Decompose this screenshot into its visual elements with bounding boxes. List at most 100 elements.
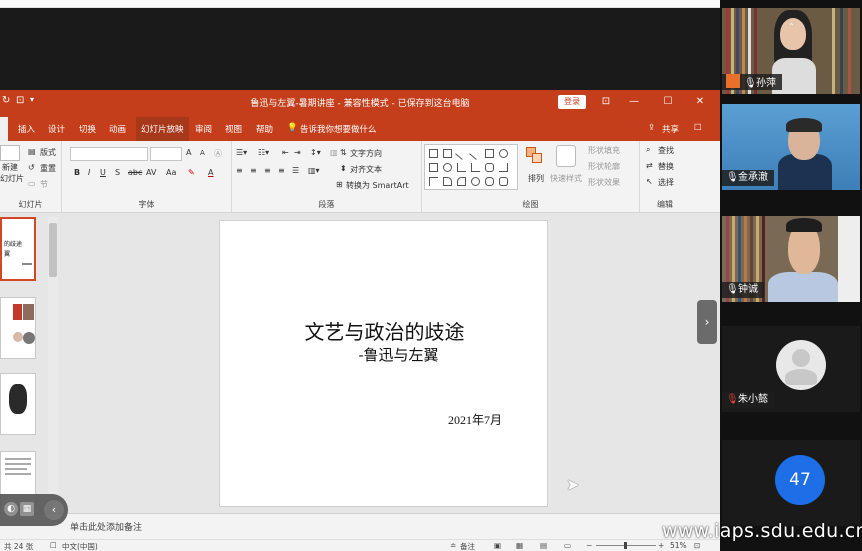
quick-styles-button[interactable]: 快速样式	[550, 173, 582, 184]
close-button[interactable]: ✕	[692, 94, 708, 110]
sorter-view-icon[interactable]: ▦	[516, 541, 523, 550]
new-slide-icon[interactable]	[0, 145, 20, 161]
new-slide-button[interactable]: 新建	[2, 162, 18, 173]
participant-tile-5[interactable]: 47	[722, 440, 860, 526]
font-color-button[interactable]: A	[208, 168, 213, 177]
reset-icon[interactable]: ↺	[28, 163, 35, 172]
slideshow-view-icon[interactable]: ▭	[564, 541, 571, 550]
reset-button[interactable]: 重置	[40, 163, 56, 174]
bold-button[interactable]: B	[74, 168, 80, 177]
notes-toggle[interactable]: 备注	[460, 541, 475, 551]
align-text-button[interactable]: 对齐文本	[350, 164, 382, 175]
share-button[interactable]: 共享	[662, 123, 679, 135]
section-button[interactable]: 节	[40, 179, 48, 190]
zoom-out-button[interactable]: −	[586, 541, 592, 550]
numbering-icon[interactable]: ☷▾	[258, 148, 269, 157]
layout-button[interactable]: 版式	[40, 147, 56, 158]
font-shrink-icon[interactable]: A	[200, 149, 205, 157]
ribbon-display-options-icon[interactable]: ⊡	[598, 94, 614, 110]
maximize-button[interactable]: ☐	[660, 94, 676, 110]
text-direction-button[interactable]: 文字方向	[350, 148, 382, 159]
shape-effects-button[interactable]: 形状效果	[588, 177, 620, 188]
fit-slide-icon[interactable]: ⊡	[694, 541, 700, 550]
tab-animations[interactable]: 动画	[109, 123, 126, 135]
tab-file[interactable]	[0, 117, 8, 141]
decrease-indent-icon[interactable]: ⇤	[282, 148, 289, 157]
justify-icon[interactable]: ≡	[278, 166, 285, 175]
shadow-button[interactable]: S	[115, 168, 120, 177]
quick-styles-icon[interactable]	[556, 145, 576, 167]
convert-smartart-button[interactable]: 转换为 SmartArt	[346, 180, 409, 191]
columns-icon[interactable]: ▥	[330, 148, 338, 157]
slide-thumb-1[interactable]: 的歧途 翼	[0, 217, 36, 281]
find-button[interactable]: 查找	[658, 145, 674, 156]
line-spacing-icon[interactable]: ↕▾	[310, 148, 321, 157]
layout-icon[interactable]: ▤	[28, 147, 36, 156]
slide-date[interactable]: 2021年7月	[448, 411, 502, 428]
tab-design[interactable]: 设计	[48, 123, 65, 135]
minimize-button[interactable]: —	[626, 94, 642, 110]
thumbnail-scrollbar[interactable]	[48, 217, 58, 509]
align-center-icon[interactable]: ≡	[250, 166, 257, 175]
notes-pane[interactable]: 单击此处添加备注	[0, 513, 720, 539]
text-direction-icon[interactable]: ⇅	[340, 148, 347, 157]
normal-view-icon[interactable]: ▣	[494, 541, 501, 550]
participant-tile-3[interactable]: 🎙钟诚	[722, 216, 860, 302]
font-grow-icon[interactable]: A	[186, 148, 191, 157]
participant-tile-2[interactable]: 🎙金承澈	[722, 104, 860, 190]
zoom-in-button[interactable]: +	[658, 541, 664, 550]
tab-view[interactable]: 视图	[225, 123, 242, 135]
arrange-icon[interactable]	[526, 147, 544, 165]
distributed-icon[interactable]: ☰	[292, 166, 299, 175]
columns-button-icon[interactable]: ▥▾	[308, 166, 320, 175]
align-text-icon[interactable]: ⬍	[340, 164, 347, 173]
zoom-level[interactable]: 51%	[670, 541, 687, 550]
collapse-toolbar-icon[interactable]: ‹	[44, 500, 64, 520]
font-size-input[interactable]	[150, 147, 182, 161]
zoom-slider-handle[interactable]	[624, 542, 627, 549]
align-right-icon[interactable]: ≡	[264, 166, 271, 175]
slide-thumb-3[interactable]	[0, 373, 36, 435]
select-button[interactable]: 选择	[658, 177, 674, 188]
highlight-icon[interactable]: ✎	[188, 168, 195, 177]
login-button[interactable]: 登录	[558, 95, 586, 109]
notes-icon[interactable]: ≐	[450, 541, 456, 550]
participant-tile-1[interactable]: ⌃ 🎙孙萍	[722, 8, 860, 94]
toolbar-circle-icon[interactable]: ◐	[4, 502, 18, 516]
expand-panel-icon[interactable]: ›	[697, 300, 717, 344]
find-icon[interactable]: ⌕	[646, 145, 650, 155]
italic-button[interactable]: I	[88, 168, 90, 177]
reading-view-icon[interactable]: ▤	[540, 541, 547, 550]
shapes-gallery[interactable]	[424, 144, 518, 190]
slide-subtitle[interactable]: -鲁迅与左翼	[220, 344, 549, 365]
toolbar-grid-icon[interactable]: ▦	[20, 502, 34, 516]
shape-outline-button[interactable]: 形状轮廓	[588, 161, 620, 172]
participant-tile-4[interactable]: 🎙朱小懿	[722, 326, 860, 412]
new-slide-label[interactable]: 幻灯片	[0, 173, 24, 184]
underline-button[interactable]: U	[100, 168, 106, 177]
smartart-icon[interactable]: ⊞	[336, 180, 343, 189]
slide-thumb-2[interactable]	[0, 297, 36, 359]
slide-canvas[interactable]: 文艺与政治的歧途 -鲁迅与左翼 2021年7月	[219, 220, 548, 507]
slide-title[interactable]: 文艺与政治的歧途	[220, 316, 549, 345]
section-icon[interactable]: ▭	[28, 179, 36, 188]
bullets-icon[interactable]: ☰▾	[236, 148, 247, 157]
tab-slideshow[interactable]: 幻灯片放映	[136, 117, 189, 141]
char-spacing-button[interactable]: AV	[146, 168, 156, 177]
tab-help[interactable]: 帮助	[256, 123, 273, 135]
align-left-icon[interactable]: ≡	[236, 166, 243, 175]
tab-review[interactable]: 审阅	[195, 123, 212, 135]
strikethrough-button[interactable]: abc	[128, 168, 142, 177]
notes-placeholder[interactable]: 单击此处添加备注	[70, 520, 142, 533]
tab-insert[interactable]: 插入	[18, 123, 35, 135]
tell-me-search[interactable]: 告诉我你想要做什么	[300, 123, 377, 135]
font-name-input[interactable]	[70, 147, 148, 161]
replace-button[interactable]: 替换	[658, 161, 674, 172]
share-icon[interactable]: ⇪	[648, 123, 655, 133]
arrange-button[interactable]: 排列	[528, 173, 544, 184]
select-icon[interactable]: ↖	[646, 177, 653, 186]
increase-indent-icon[interactable]: ⇥	[294, 148, 301, 157]
comments-icon[interactable]: ☐	[694, 123, 702, 133]
language-indicator[interactable]: 中文(中国)	[62, 541, 98, 551]
spellcheck-icon[interactable]: ☐	[50, 541, 57, 550]
